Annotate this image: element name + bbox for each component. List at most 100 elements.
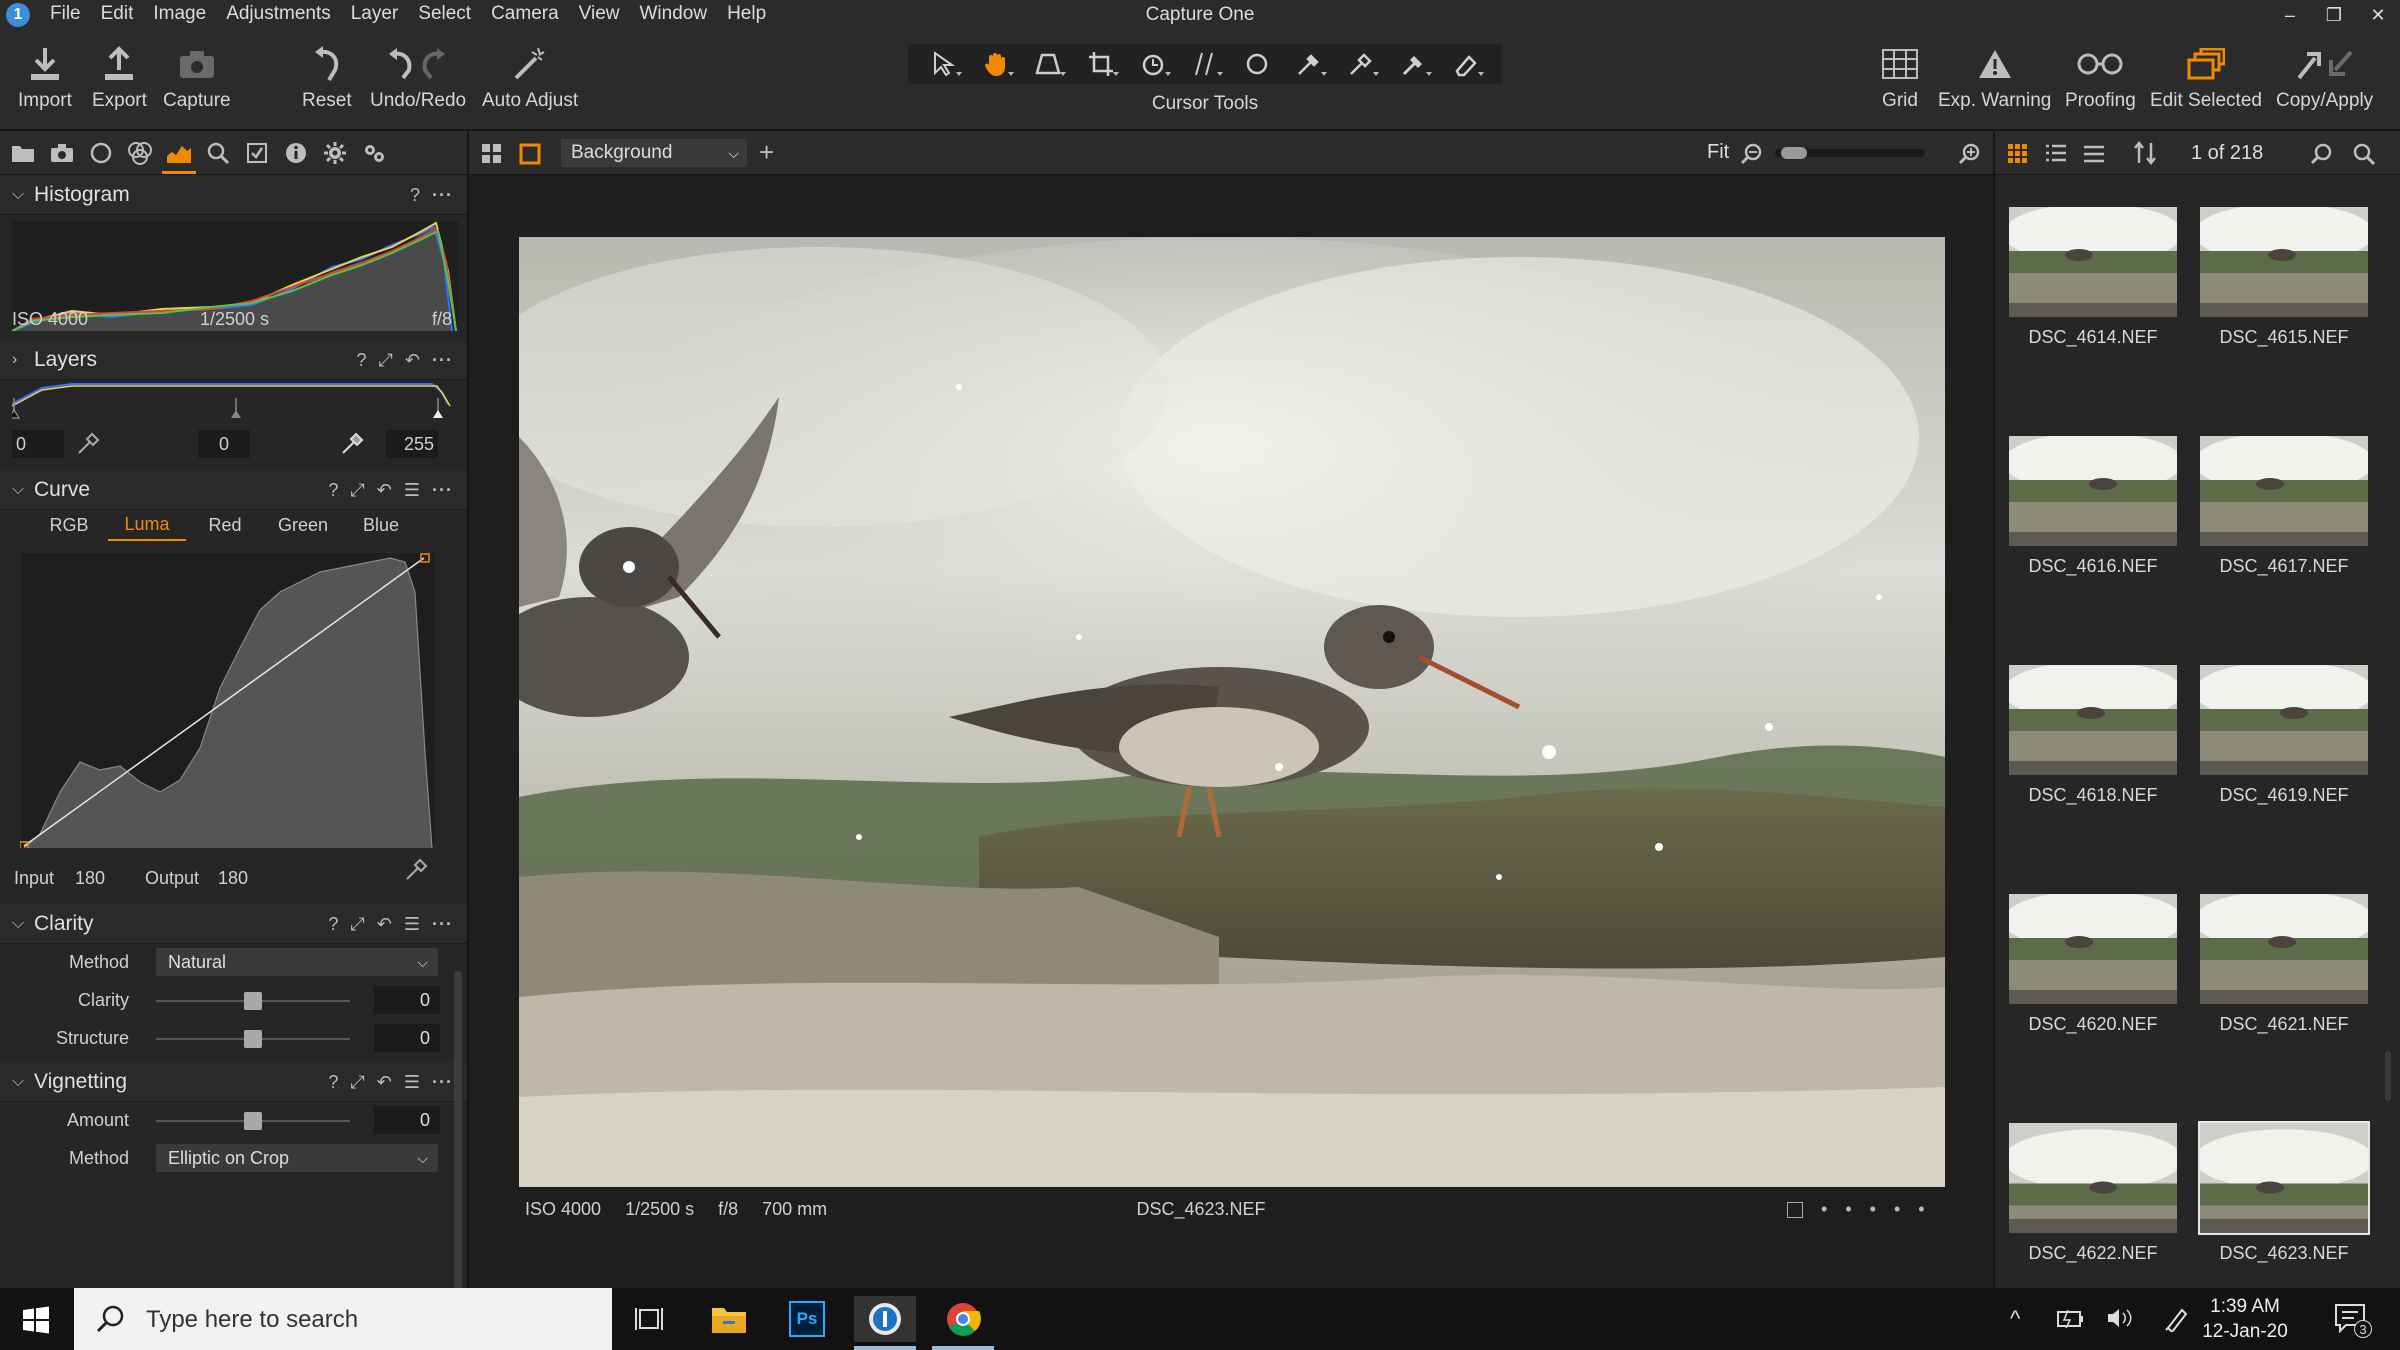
more-icon[interactable]: ···	[432, 914, 453, 935]
menu-file[interactable]: File	[40, 0, 91, 30]
file-explorer-icon[interactable]	[698, 1296, 760, 1342]
browser-scroll-thumb[interactable]	[2385, 1051, 2391, 1101]
black-eyedropper-icon[interactable]	[76, 430, 102, 461]
reset-section-icon[interactable]: ↶	[405, 350, 420, 371]
zoom-slider-thumb[interactable]	[1781, 147, 1808, 159]
zoom-fit-label[interactable]: Fit	[1707, 141, 1729, 164]
chrome-icon[interactable]	[932, 1296, 994, 1342]
star-dot-5[interactable]: •	[1918, 1199, 1924, 1220]
batch-tab-icon[interactable]	[359, 138, 389, 168]
auto-adjust-button[interactable]: Auto Adjust	[482, 42, 578, 112]
vignetting-method-select[interactable]: Elliptic on Crop ⌵	[156, 1144, 438, 1172]
copy-icon[interactable]: ⤢	[350, 1072, 364, 1093]
filmstrip-view-icon[interactable]	[2083, 143, 2105, 170]
reset-section-icon[interactable]: ↶	[377, 914, 392, 935]
photoshop-icon[interactable]: Ps	[776, 1296, 838, 1342]
levels-white-input[interactable]: 255	[386, 430, 438, 458]
grid-button[interactable]: Grid	[1882, 42, 1918, 112]
thumbnail-item[interactable]: DSC_4614.NEF	[2007, 205, 2179, 348]
menu-window[interactable]: Window	[630, 0, 718, 30]
thumbnail-item[interactable]: DSC_4616.NEF	[2007, 434, 2179, 577]
menu-adjustments[interactable]: Adjustments	[216, 0, 341, 30]
help-icon[interactable]: ?	[328, 1072, 338, 1093]
notification-icon[interactable]: 3	[2334, 1302, 2372, 1339]
clarity-value-input[interactable]: 0	[374, 986, 440, 1014]
help-icon[interactable]: ?	[357, 350, 367, 371]
layers-header[interactable]: › Layers ? ⤢ ↶ ···	[0, 340, 467, 380]
reset-button[interactable]: Reset	[302, 42, 352, 112]
brush-icon[interactable]	[1289, 48, 1329, 80]
curve-tab-green[interactable]: Green	[264, 515, 342, 540]
eyedropper-icon[interactable]	[1341, 48, 1381, 80]
copy-icon[interactable]: ⤢	[379, 350, 393, 371]
vignetting-header[interactable]: ⌵ Vignetting ? ⤢ ↶ ☰ ···	[0, 1062, 467, 1102]
curve-graph[interactable]	[20, 552, 436, 848]
pen-icon[interactable]	[2164, 1304, 2192, 1337]
browser-zoom-icon[interactable]	[2310, 143, 2333, 170]
menu-select[interactable]: Select	[408, 0, 481, 30]
sort-icon[interactable]	[2133, 140, 2157, 170]
capture-one-taskbar-icon[interactable]	[854, 1296, 916, 1342]
chevron-up-icon[interactable]: ^	[2010, 1306, 2020, 1332]
amount-value-input[interactable]: 0	[374, 1106, 440, 1134]
levels-mid-input[interactable]: 0	[198, 430, 250, 458]
capture-button[interactable]: Capture	[163, 42, 231, 112]
maximize-button[interactable]: ❐	[2312, 0, 2356, 30]
copy-apply-button[interactable]: Copy/Apply	[2276, 42, 2373, 112]
exposure-warning-button[interactable]: Exp. Warning	[1938, 42, 2051, 112]
thumbnail-item[interactable]: DSC_4617.NEF	[2198, 434, 2370, 577]
help-icon[interactable]: ?	[410, 185, 420, 206]
search-icon[interactable]	[2353, 143, 2376, 170]
color-tag-icon[interactable]	[1787, 1201, 1803, 1218]
keystone-icon[interactable]	[1028, 48, 1068, 80]
windows-start-icon[interactable]	[22, 1306, 50, 1339]
star-dot-3[interactable]: •	[1870, 1199, 1876, 1220]
thumbnail-item[interactable]: DSC_4619.NEF	[2198, 663, 2370, 806]
multi-view-icon[interactable]	[481, 143, 503, 170]
presets-icon[interactable]: ☰	[404, 480, 420, 501]
menu-view[interactable]: View	[569, 0, 630, 30]
thumbnail-item[interactable]: DSC_4622.NEF	[2007, 1121, 2179, 1264]
list-view-icon[interactable]	[2045, 143, 2067, 170]
thumbnail-item[interactable]: DSC_4621.NEF	[2198, 892, 2370, 1035]
export-button[interactable]: Export	[92, 42, 147, 112]
exposure-tab-icon[interactable]	[164, 138, 194, 168]
straighten-icon[interactable]	[1185, 48, 1225, 80]
curve-tab-blue[interactable]: Blue	[342, 515, 420, 540]
star-dot-4[interactable]: •	[1894, 1199, 1900, 1220]
minimize-button[interactable]: –	[2268, 0, 2312, 30]
star-dot-1[interactable]: •	[1821, 1199, 1827, 1220]
curve-picker-icon[interactable]	[404, 856, 430, 887]
structure-slider-thumb[interactable]	[244, 1030, 262, 1048]
edit-selected-button[interactable]: Edit Selected	[2150, 42, 2262, 112]
star-dot-2[interactable]: •	[1845, 1199, 1851, 1220]
histogram-header[interactable]: ⌵ Histogram ? ···	[0, 175, 467, 215]
more-icon[interactable]: ···	[432, 185, 453, 206]
curve-tab-rgb[interactable]: RGB	[30, 515, 108, 540]
thumbnail-item[interactable]: DSC_4615.NEF	[2198, 205, 2370, 348]
thumbnail-item[interactable]: DSC_4620.NEF	[2007, 892, 2179, 1035]
single-view-icon[interactable]	[519, 143, 541, 170]
metadata-tab-icon[interactable]	[281, 138, 311, 168]
menu-camera[interactable]: Camera	[481, 0, 569, 30]
menu-image[interactable]: Image	[143, 0, 216, 30]
volume-icon[interactable]	[2106, 1306, 2134, 1335]
layer-select[interactable]: Background ⌵	[561, 139, 747, 167]
photo-preview[interactable]	[519, 237, 1945, 1187]
gradient-mask-icon[interactable]	[1394, 48, 1434, 80]
reset-section-icon[interactable]: ↶	[377, 480, 392, 501]
curve-header[interactable]: ⌵ Curve ? ⤢ ↶ ☰ ···	[0, 470, 467, 510]
menu-layer[interactable]: Layer	[341, 0, 409, 30]
more-icon[interactable]: ···	[432, 1072, 453, 1093]
menu-edit[interactable]: Edit	[91, 0, 144, 30]
presets-icon[interactable]: ☰	[404, 914, 420, 935]
presets-icon[interactable]: ☰	[404, 1072, 420, 1093]
taskbar-search[interactable]: Type here to search	[74, 1288, 612, 1350]
reset-section-icon[interactable]: ↶	[377, 1072, 392, 1093]
thumbnail-item[interactable]: DSC_4618.NEF	[2007, 663, 2179, 806]
levels-black-input[interactable]: 0	[12, 430, 64, 458]
curve-tab-luma[interactable]: Luma	[108, 514, 186, 541]
capture-tab-icon[interactable]	[47, 138, 77, 168]
close-button[interactable]: ✕	[2356, 0, 2400, 30]
proofing-button[interactable]: Proofing	[2065, 42, 2136, 112]
